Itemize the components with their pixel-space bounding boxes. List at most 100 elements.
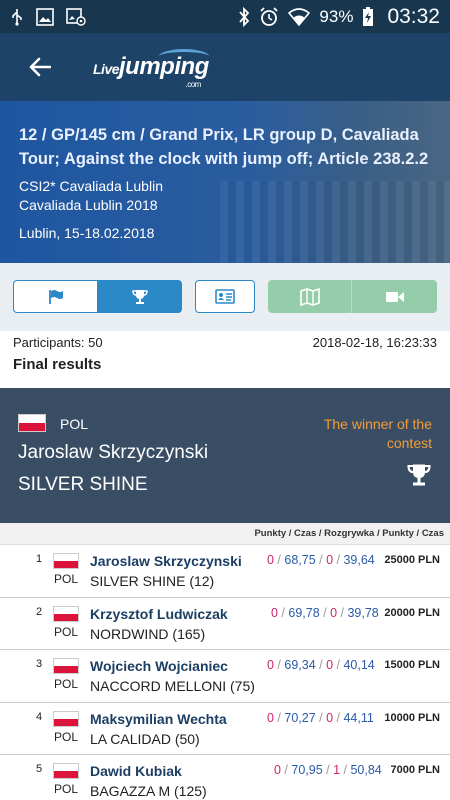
scores: 0 / 68,75 / 0 / 39,64 [267,553,375,567]
battery-percent: 93% [319,6,354,26]
usb-icon [10,8,24,26]
country-code: POL [54,782,79,796]
time-round1: 69,78 [288,605,320,620]
time-round1: 68,75 [284,553,316,567]
winner-card[interactable]: POL Jaroslaw Skrzyczynski SILVER SHINE T… [0,388,450,523]
prize-money: 10000 PLN [384,711,440,724]
winner-rider: Jaroslaw Skrzyczynski [18,442,209,463]
trophy-icon [131,289,148,304]
results-list: 1 POL Jaroslaw Skrzyczynski SILVER SHINE (1… [0,545,450,800]
wifi-icon [288,7,311,26]
event-header: 12 / GP/145 cm / Grand Prix, LR group D,… [0,101,450,263]
penalty-round1: 0 [271,605,278,620]
country-code: POL [54,677,79,691]
event-dates: Lublin, 15-18.02.2018 [19,225,155,241]
rider-name[interactable]: Jaroslaw Skrzyczynski [90,553,242,569]
winner-country: POL [60,416,89,432]
position: 2 [36,605,43,618]
participants-count: Participants: 50 [13,335,103,350]
scores: 0 / 70,27 / 0 / 44,11 [267,710,374,725]
video-camera-icon [385,291,404,302]
penalty-jumpoff: 0 [326,553,334,567]
flag-icon [48,289,63,304]
position: 5 [36,763,43,775]
image-settings-icon [66,7,86,26]
results-timestamp: 2018-02-18, 16:23:33 [312,335,437,350]
section-title: Final results [13,356,102,373]
poland-flag-icon [53,658,79,674]
trophy-icon [406,463,432,492]
penalty-jumpoff: 0 [326,658,334,672]
penalty-round1: 0 [267,553,274,567]
id-card-icon [215,289,235,304]
penalty-round1: 0 [267,710,274,725]
table-row[interactable]: 5 POL Dawid Kubiak BAGAZZA M (125) 0 / 70,95… [0,755,450,800]
battery-charging-icon [362,6,374,27]
time-jumpoff: 50,84 [350,763,382,777]
scores: 0 / 70,95 / 1 / 50,84 [274,763,382,777]
prize-money: 7000 PLN [390,764,440,776]
country-code: POL [54,624,79,639]
table-header: Punkty / Czas / Rozgrywka / Punkty / Cza… [0,523,450,545]
action-bar [0,263,450,331]
position: 4 [36,710,43,723]
app-bar: Livejumping .com [0,33,450,101]
penalty-round1: 0 [274,763,281,777]
image-icon [36,7,54,26]
map-icon [299,287,320,306]
prize-money: 15000 PLN [384,659,440,671]
penalty-jumpoff: 0 [330,605,338,620]
event-series: Cavaliada Lublin 2018 [19,197,158,213]
time-jumpoff: 39,64 [343,553,375,567]
alarm-icon [259,6,279,27]
horse-name[interactable]: NORDWIND (165) [90,626,205,642]
poland-flag-icon [53,553,79,569]
rider-name[interactable]: Wojciech Wojcianiec [90,658,228,674]
country-code: POL [54,729,79,744]
tab-id-card[interactable] [195,280,255,313]
bluetooth-icon [238,6,250,27]
poland-flag-icon [53,763,79,779]
arrow-left-icon [29,57,51,77]
rider-name[interactable]: Krzysztof Ludwiczak [90,606,228,622]
tab-video[interactable] [352,280,437,313]
event-title: 12 / GP/145 cm / Grand Prix, LR group D,… [19,126,429,168]
rider-name[interactable]: Maksymilian Wechta [90,711,227,727]
prize-money: 20000 PLN [384,606,440,619]
penalty-jumpoff: 1 [333,763,341,777]
horse-name[interactable]: LA CALIDAD (50) [90,731,200,747]
winner-label: The winner of the contest [323,416,432,451]
event-show: CSI2* Cavaliada Lublin [19,178,163,194]
livejumping-logo: Livejumping .com [93,53,209,89]
penalty-jumpoff: 0 [326,710,334,725]
table-row[interactable]: 4 POL Maksymilian Wechta LA CALIDAD (50) 0 /… [0,702,450,755]
poland-flag-icon [53,710,79,727]
time-round1: 70,95 [291,763,323,777]
poland-flag-icon [18,414,46,432]
position: 3 [36,658,43,670]
position: 1 [36,553,43,565]
rider-name[interactable]: Dawid Kubiak [90,763,182,779]
penalty-round1: 0 [267,658,274,672]
prize-money: 25000 PLN [384,554,440,566]
scores: 0 / 69,78 / 0 / 39,78 [271,605,379,620]
table-row[interactable]: 1 POL Jaroslaw Skrzyczynski SILVER SHINE (1… [0,545,450,598]
scores: 0 / 69,34 / 0 / 40,14 [267,658,375,672]
winner-horse: SILVER SHINE [18,474,148,495]
tab-map[interactable] [268,280,352,313]
horse-name[interactable]: NACCORD MELLONI (75) [90,678,255,694]
back-button[interactable] [20,47,60,87]
time-jumpoff: 44,11 [343,710,374,725]
table-row[interactable]: 2 POL Krzysztof Ludwiczak NORDWIND (165) 0 /… [0,597,450,650]
status-bar: 93% 03:32 [0,0,450,33]
country-code: POL [54,572,79,586]
table-row[interactable]: 3 POL Wojciech Wojcianiec NACCORD MELLONI (… [0,650,450,703]
poland-flag-icon [53,605,79,622]
time-jumpoff: 40,14 [343,658,375,672]
time-round1: 70,27 [284,710,316,725]
time-jumpoff: 39,78 [347,605,379,620]
tab-flag[interactable] [13,280,97,313]
horse-name[interactable]: BAGAZZA M (125) [90,783,207,799]
tab-results[interactable] [97,280,182,313]
horse-name[interactable]: SILVER SHINE (12) [90,573,214,589]
